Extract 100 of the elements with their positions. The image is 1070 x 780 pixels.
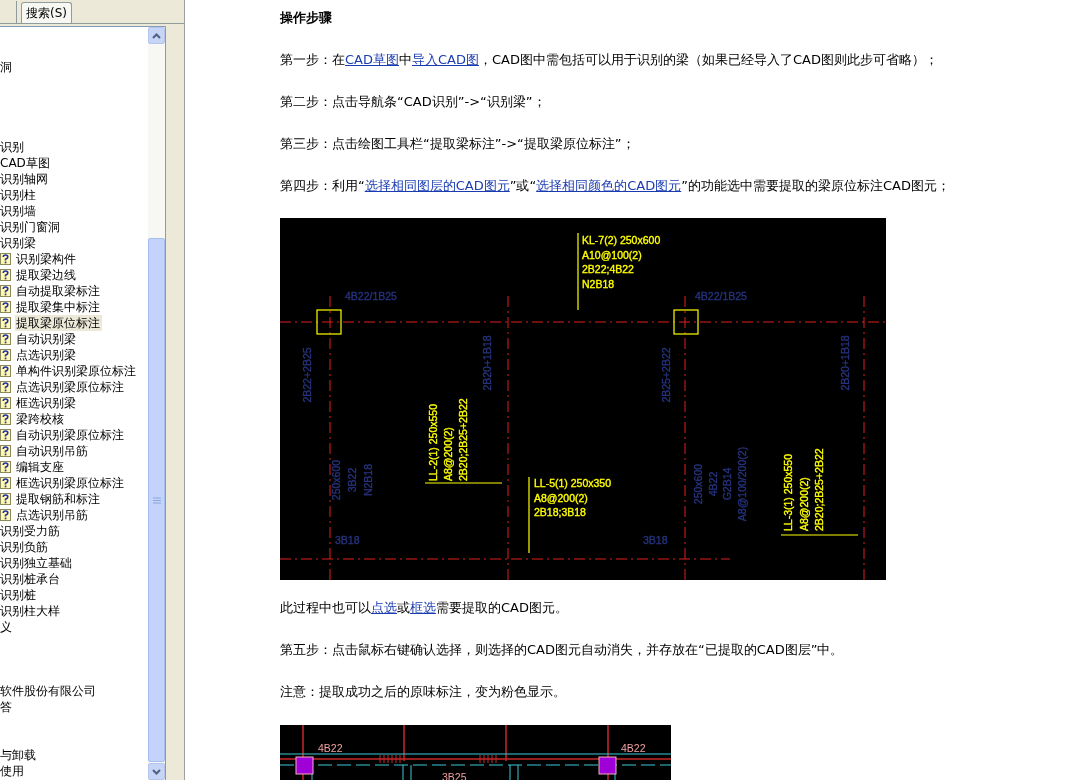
tree-item[interactable]: 提取梁边线 — [15, 267, 78, 283]
help-page-icon — [0, 429, 11, 441]
tree-item[interactable]: 识别柱大样 — [0, 603, 62, 619]
drawing-label: 4B22 — [706, 471, 719, 497]
tree-item[interactable]: 识别墙 — [0, 203, 38, 219]
paragraph: 注意：提取成功之后的原味标注，变为粉色显示。 — [280, 683, 567, 701]
tree-item[interactable]: 自动识别梁原位标注 — [15, 427, 126, 443]
tree-item[interactable]: 自动提取梁标注 — [15, 283, 102, 299]
help-page-icon — [0, 285, 11, 297]
column-marker — [316, 309, 342, 335]
help-page-icon — [0, 509, 11, 521]
drawing-label: A8@200(2) — [442, 427, 454, 481]
drawing-label: 2B18;3B18 — [534, 506, 586, 518]
drawing-label: A8@200(2) — [534, 491, 588, 504]
help-page-icon — [0, 301, 11, 313]
paragraph: 第五步：点击鼠标右键确认选择，则选择的CAD图元自动消失，并存放在“已提取的CAD图层”中。 — [280, 641, 845, 659]
tree-item[interactable]: 识别受力筋 — [0, 523, 62, 539]
scroll-up-button[interactable] — [148, 27, 165, 44]
tree-item[interactable]: 识别梁 — [0, 235, 38, 251]
column-marker — [598, 756, 617, 775]
drawing-label: 4B22 — [621, 742, 646, 754]
help-page-icon — [0, 365, 11, 377]
tree-item[interactable]: 提取梁原位标注 — [15, 315, 102, 331]
tree-item[interactable]: 义 — [0, 619, 14, 635]
help-page-icon — [0, 397, 11, 409]
tree-item[interactable]: 单构件识别梁原位标注 — [15, 363, 138, 379]
drawing-label: 2B22;4B22 — [582, 263, 634, 276]
tree-item[interactable]: 提取钢筋和标注 — [15, 491, 102, 507]
tree-item[interactable]: 点选识别梁原位标注 — [15, 379, 126, 395]
drawing-label: LL-3(1) 250x550 — [782, 453, 794, 531]
scroll-thumb[interactable] — [148, 238, 165, 762]
tree-item[interactable]: 洞 — [0, 59, 14, 75]
tree-item[interactable]: 点选识别梁 — [15, 347, 78, 363]
tree-item[interactable]: 使用 — [0, 763, 26, 779]
help-page-icon — [0, 317, 11, 329]
tree-item[interactable]: 识别桩 — [0, 587, 38, 603]
drawing-label: 4B22/1B25 — [345, 290, 397, 302]
help-page-icon — [0, 269, 11, 281]
drawing-label: N2B18 — [582, 277, 615, 290]
tree-item[interactable]: 框选识别梁 — [15, 395, 78, 411]
help-page-icon — [0, 349, 11, 361]
tab[interactable]: 搜索(S) — [21, 2, 72, 23]
help-page-icon — [0, 253, 11, 265]
tree-item[interactable]: 自动识别吊筋 — [15, 443, 90, 459]
heading: 操作步骤 — [280, 9, 333, 27]
column-marker — [295, 756, 314, 775]
tree-item[interactable]: 识别桩承台 — [0, 571, 62, 587]
link[interactable]: CAD草图 — [345, 52, 399, 67]
drawing-label: N2B18 — [362, 463, 374, 497]
link[interactable]: 框选 — [410, 600, 436, 615]
tree-item[interactable]: 识别梁构件 — [15, 251, 78, 267]
drawing-label: 2B20+1B18 — [839, 335, 851, 391]
drawing-label: A8@200(2) — [797, 477, 810, 531]
tree-item[interactable]: 答 — [0, 699, 14, 715]
help-page-icon — [0, 477, 11, 489]
drawing-label: 250x600 — [692, 463, 704, 505]
tree-item[interactable]: 编辑支座 — [15, 459, 66, 475]
paragraph: 第四步：利用“选择相同图层的CAD图元”或“选择相同颜色的CAD图元”的功能选中需要提取的梁原位标注CAD图元； — [280, 177, 951, 195]
tree-item[interactable]: 识别独立基础 — [0, 555, 74, 571]
tree-item[interactable]: 点选识别吊筋 — [15, 507, 90, 523]
drawing-label: A10@100(2) — [582, 248, 642, 261]
tree-item[interactable]: 识别 — [0, 139, 26, 155]
paragraph: 第三步：点击绘图工具栏“提取梁标注”->“提取梁原位标注”； — [280, 135, 636, 153]
tree-item[interactable]: CAD草图 — [0, 155, 52, 171]
help-page-icon — [0, 445, 11, 457]
drawing-label: 4B22/1B25 — [695, 290, 747, 302]
tree-item[interactable]: 提取梁集中标注 — [15, 299, 102, 315]
scrollbar[interactable] — [148, 27, 165, 780]
paragraph: 第一步：在CAD草图中导入CAD图，CAD图中需包括可以用于识别的梁（如果已经导入了CAD图则此步可省略）； — [280, 51, 939, 69]
tree-item[interactable]: 与卸载 — [0, 747, 38, 763]
paragraph: 第二步：点击导航条“CAD识别”->“识别梁”； — [280, 93, 547, 111]
drawing-label: 2B20;2B25+2B22 — [457, 398, 469, 481]
link[interactable]: 选择相同颜色的CAD图元 — [536, 178, 682, 193]
drawing-label: 3B22 — [346, 467, 358, 493]
tree-item[interactable]: 识别柱 — [0, 187, 38, 203]
link[interactable]: 导入CAD图 — [412, 52, 479, 67]
caret-up-icon — [152, 32, 161, 39]
tree-item[interactable]: 识别负筋 — [0, 539, 50, 555]
drawing-label: 2B20+1B18 — [481, 335, 493, 391]
help-page-icon — [0, 493, 11, 505]
scroll-down-button[interactable] — [148, 763, 165, 780]
tree-item[interactable]: 框选识别梁原位标注 — [15, 475, 126, 491]
tree-item[interactable]: 识别轴网 — [0, 171, 50, 187]
tree-item[interactable]: 自动识别梁 — [15, 331, 78, 347]
tree-item[interactable]: 梁跨校核 — [15, 411, 66, 427]
grip-icon — [152, 496, 161, 504]
drawing-label: G2B14 — [721, 467, 733, 501]
help-page-icon — [0, 333, 11, 345]
tree-item[interactable]: 识别门窗洞 — [0, 219, 62, 235]
link[interactable]: 选择相同图层的CAD图元 — [364, 178, 510, 193]
drawing-label: 3B18 — [643, 534, 668, 546]
link[interactable]: 点选 — [371, 600, 397, 615]
drawing-label: 2B22+2B25 — [301, 347, 313, 403]
help-page-icon — [0, 381, 11, 393]
drawing-label: 2B25+2B22 — [660, 347, 672, 403]
tree-item[interactable]: 软件股份有限公司 — [0, 683, 98, 699]
drawing-label: 2B20;2B25+2B22 — [813, 448, 825, 531]
drawing-label: 4B22 — [318, 742, 343, 754]
drawing-label: LL-5(1) 250x350 — [534, 477, 612, 489]
drawing-label: A8@100/200(2) — [735, 446, 748, 522]
